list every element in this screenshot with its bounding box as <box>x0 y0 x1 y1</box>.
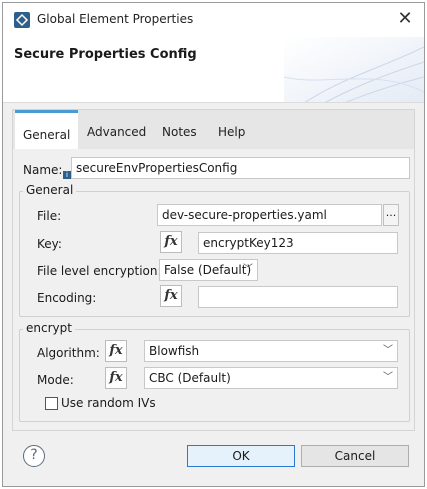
use-random-ivs-checkbox[interactable] <box>45 397 58 410</box>
ok-button[interactable]: OK <box>187 445 295 467</box>
general-group-title: General <box>23 183 77 197</box>
tab-bar: General Advanced Notes Help <box>12 109 415 150</box>
title-bar: Global Element Properties ✕ <box>3 3 424 37</box>
algorithm-select[interactable]: Blowfish ﹀ <box>144 340 398 362</box>
app-icon <box>14 12 30 28</box>
browse-file-button[interactable]: ... <box>383 204 399 226</box>
fx-icon[interactable]: fx <box>160 231 182 253</box>
tab-notes[interactable]: Notes <box>154 118 205 146</box>
key-input[interactable]: encryptKey123 <box>198 232 398 254</box>
file-input[interactable]: dev-secure-properties.yaml <box>157 204 382 226</box>
tab-content-general: Name: i secureEnvPropertiesConfig Genera… <box>12 149 415 431</box>
encoding-input[interactable] <box>198 286 398 308</box>
tab-help[interactable]: Help <box>210 118 253 146</box>
header-decoration-graphic <box>284 37 424 102</box>
mode-select[interactable]: CBC (Default) ﹀ <box>144 367 398 389</box>
dialog-header: Secure Properties Config <box>3 37 424 103</box>
algorithm-value: Blowfish <box>149 344 200 358</box>
window-title: Global Element Properties <box>37 12 194 26</box>
mode-value: CBC (Default) <box>149 371 231 385</box>
help-icon[interactable]: ? <box>23 445 45 467</box>
chevron-down-icon: ﹀ <box>383 372 393 383</box>
use-random-ivs-label: Use random IVs <box>61 396 156 410</box>
mode-label: Mode: <box>37 373 74 387</box>
cancel-button[interactable]: Cancel <box>301 445 409 467</box>
tab-advanced[interactable]: Advanced <box>79 118 154 146</box>
info-icon: i <box>63 171 71 179</box>
close-icon[interactable]: ✕ <box>395 9 415 29</box>
file-label: File: <box>37 209 62 223</box>
chevron-down-icon: ﹀ <box>243 264 253 275</box>
encoding-label: Encoding: <box>37 291 97 305</box>
name-label: Name: <box>23 163 63 177</box>
name-input[interactable]: secureEnvPropertiesConfig <box>71 157 410 179</box>
file-level-encryption-label: File level encryption: <box>37 264 162 278</box>
tab-general[interactable]: General <box>15 110 79 150</box>
fx-icon[interactable]: fx <box>105 367 127 389</box>
file-level-encryption-select[interactable]: False (Default) ﹀ <box>159 259 258 281</box>
chevron-down-icon: ﹀ <box>383 345 393 356</box>
global-element-properties-dialog: Global Element Properties ✕ Secure Prope… <box>2 2 425 487</box>
encrypt-group-title: encrypt <box>23 321 75 335</box>
file-level-encryption-value: False (Default) <box>164 263 252 277</box>
fx-icon[interactable]: fx <box>160 285 182 307</box>
page-title: Secure Properties Config <box>14 47 197 62</box>
algorithm-label: Algorithm: <box>37 346 100 360</box>
fx-icon[interactable]: fx <box>105 340 127 362</box>
key-label: Key: <box>37 237 62 251</box>
